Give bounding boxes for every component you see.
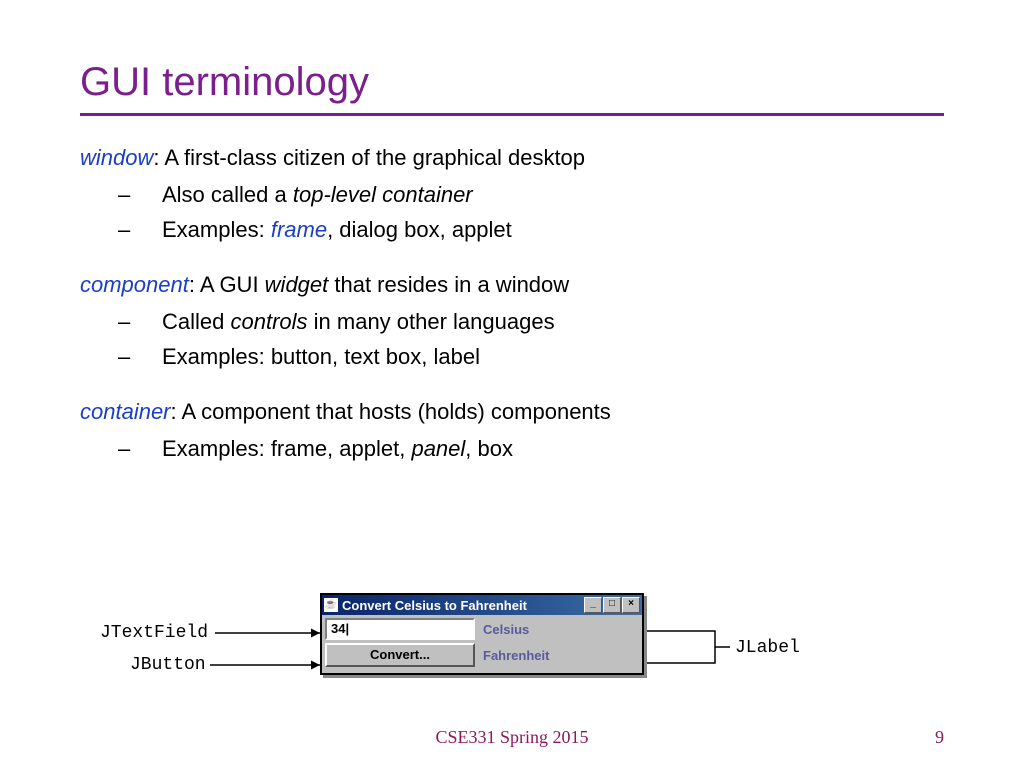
list-item: –Examples: button, text box, label: [140, 340, 944, 373]
fahrenheit-label: Fahrenheit: [475, 648, 549, 663]
close-icon: ×: [622, 597, 640, 613]
maximize-icon: □: [603, 597, 621, 613]
list-item: –Also called a top-level container: [140, 178, 944, 211]
term-window: window: [80, 145, 153, 170]
def-component: component: A GUI widget that resides in …: [80, 268, 944, 373]
minimize-icon: _: [584, 597, 602, 613]
def-container: container: A component that hosts (holds…: [80, 395, 944, 465]
java-window-illustration: JTextField JButton JLabel ☕ Convert Cels…: [100, 593, 900, 713]
term-component: component: [80, 272, 189, 297]
list-item: –Examples: frame, applet, panel, box: [140, 432, 944, 465]
list-item: –Examples: frame, dialog box, applet: [140, 213, 944, 246]
annotation-jlabel: JLabel: [735, 638, 800, 658]
java-icon: ☕: [324, 598, 338, 612]
def-window-text: : A first-class citizen of the graphical…: [153, 145, 585, 170]
titlebar: ☕ Convert Celsius to Fahrenheit _ □ ×: [322, 595, 642, 615]
content-area: window: A first-class citizen of the gra…: [80, 141, 944, 465]
footer-text: CSE331 Spring 2015: [0, 727, 1024, 748]
page-number: 9: [935, 727, 944, 748]
window-title-text: Convert Celsius to Fahrenheit: [342, 598, 527, 613]
list-item: –Called controls in many other languages: [140, 305, 944, 338]
slide-title: GUI terminology: [80, 60, 944, 105]
convert-button: Convert...: [325, 643, 475, 667]
celsius-textfield: 34|: [325, 618, 475, 640]
annotation-jbutton: JButton: [130, 655, 206, 675]
celsius-label: Celsius: [475, 622, 529, 637]
title-rule: [80, 113, 944, 116]
java-frame-window: ☕ Convert Celsius to Fahrenheit _ □ × 34…: [320, 593, 644, 675]
def-window: window: A first-class citizen of the gra…: [80, 141, 944, 246]
term-container: container: [80, 399, 171, 424]
annotation-jtextfield: JTextField: [100, 623, 208, 643]
